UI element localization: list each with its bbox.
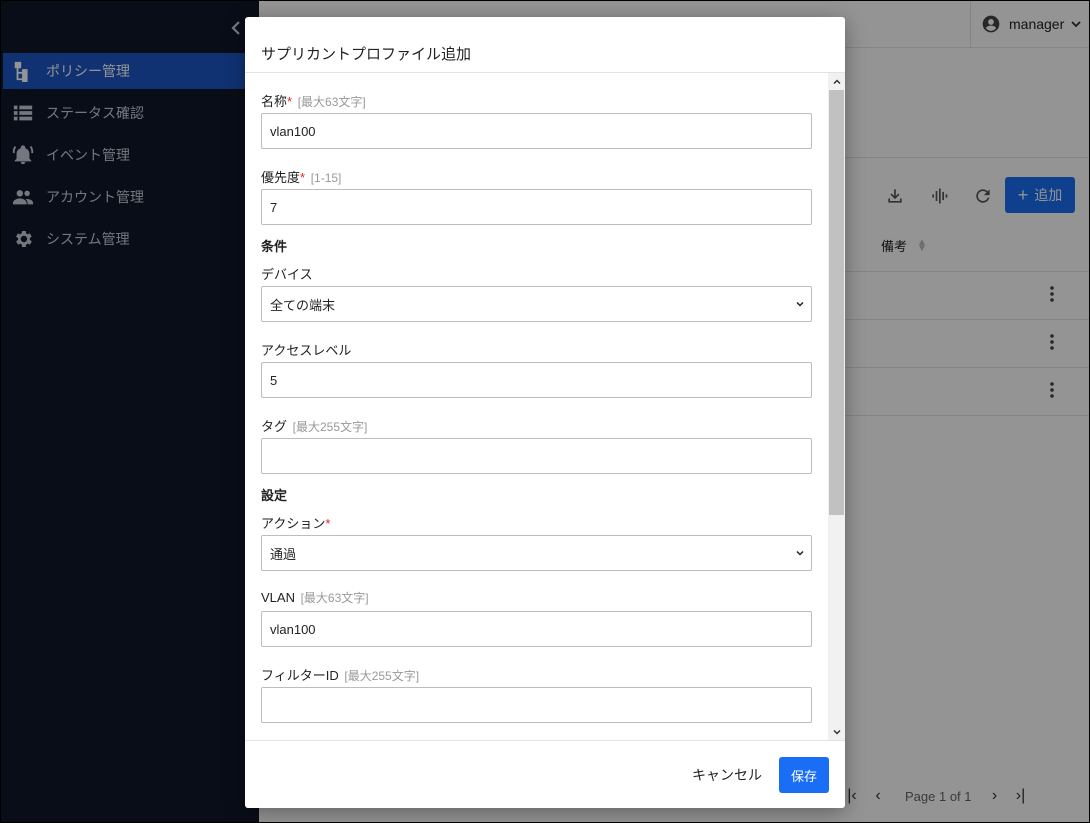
- filter-id-label: フィルターID [最大255文字]: [261, 665, 419, 684]
- vlan-label: VLAN [最大63文字]: [261, 589, 369, 606]
- action-label: アクション*: [261, 513, 330, 532]
- label-text: アクセスレベル: [261, 343, 352, 358]
- scroll-up-button[interactable]: [828, 73, 845, 90]
- device-select[interactable]: 全ての端末: [261, 286, 812, 322]
- divider: [245, 740, 845, 741]
- action-select[interactable]: 通過: [261, 535, 812, 571]
- field-hint: [最大63文字]: [300, 591, 369, 605]
- scrollbar-thumb[interactable]: [829, 90, 844, 515]
- chevron-down-icon: [832, 729, 841, 735]
- access-level-label: アクセスレベル: [261, 340, 351, 359]
- filter-id-input[interactable]: [261, 687, 812, 723]
- add-supplicant-profile-dialog: サプリカントプロファイル追加 名称* [最大63文字] vlan100 優先度*…: [245, 17, 845, 808]
- label-text: アクション: [261, 516, 326, 531]
- field-hint: [最大255文字]: [292, 420, 368, 434]
- name-label: 名称* [最大63文字]: [261, 91, 366, 110]
- chevron-down-icon: [796, 550, 804, 556]
- label-text: タグ: [261, 419, 288, 434]
- required-mark: *: [287, 94, 293, 109]
- dialog-body: 名称* [最大63文字] vlan100 優先度* [1-15] 7 条件 デバ…: [245, 73, 829, 740]
- field-hint: [最大63文字]: [297, 95, 366, 109]
- scroll-down-button[interactable]: [828, 723, 845, 740]
- tag-input[interactable]: [261, 438, 812, 474]
- dialog-scrollbar[interactable]: [828, 73, 845, 740]
- priority-input[interactable]: 7: [261, 189, 812, 225]
- field-hint: [最大255文字]: [344, 669, 420, 683]
- tag-label: タグ [最大255文字]: [261, 416, 367, 435]
- selected-value: 全ての端末: [270, 297, 336, 313]
- label-text: 優先度: [261, 170, 301, 185]
- name-input[interactable]: vlan100: [261, 113, 812, 149]
- device-label: デバイス: [261, 264, 313, 283]
- dialog-title: サプリカントプロファイル追加: [261, 46, 472, 63]
- save-button[interactable]: 保存: [779, 757, 829, 793]
- label-text: フィルターID: [261, 668, 339, 683]
- label-text: 名称: [261, 94, 288, 109]
- chevron-up-icon: [832, 78, 841, 84]
- required-mark: *: [300, 170, 306, 185]
- priority-label: 優先度* [1-15]: [261, 167, 341, 186]
- selected-value: 通過: [270, 546, 297, 562]
- label-text: VLAN: [261, 590, 295, 605]
- vlan-input[interactable]: vlan100: [261, 611, 812, 647]
- chevron-down-icon: [796, 301, 804, 307]
- required-mark: *: [325, 516, 331, 531]
- access-level-input[interactable]: 5: [261, 362, 812, 398]
- settings-heading: 設定: [261, 488, 288, 503]
- cancel-button[interactable]: キャンセル: [685, 757, 769, 793]
- label-text: デバイス: [261, 267, 313, 282]
- field-hint: [1-15]: [310, 171, 342, 185]
- conditions-heading: 条件: [261, 239, 288, 254]
